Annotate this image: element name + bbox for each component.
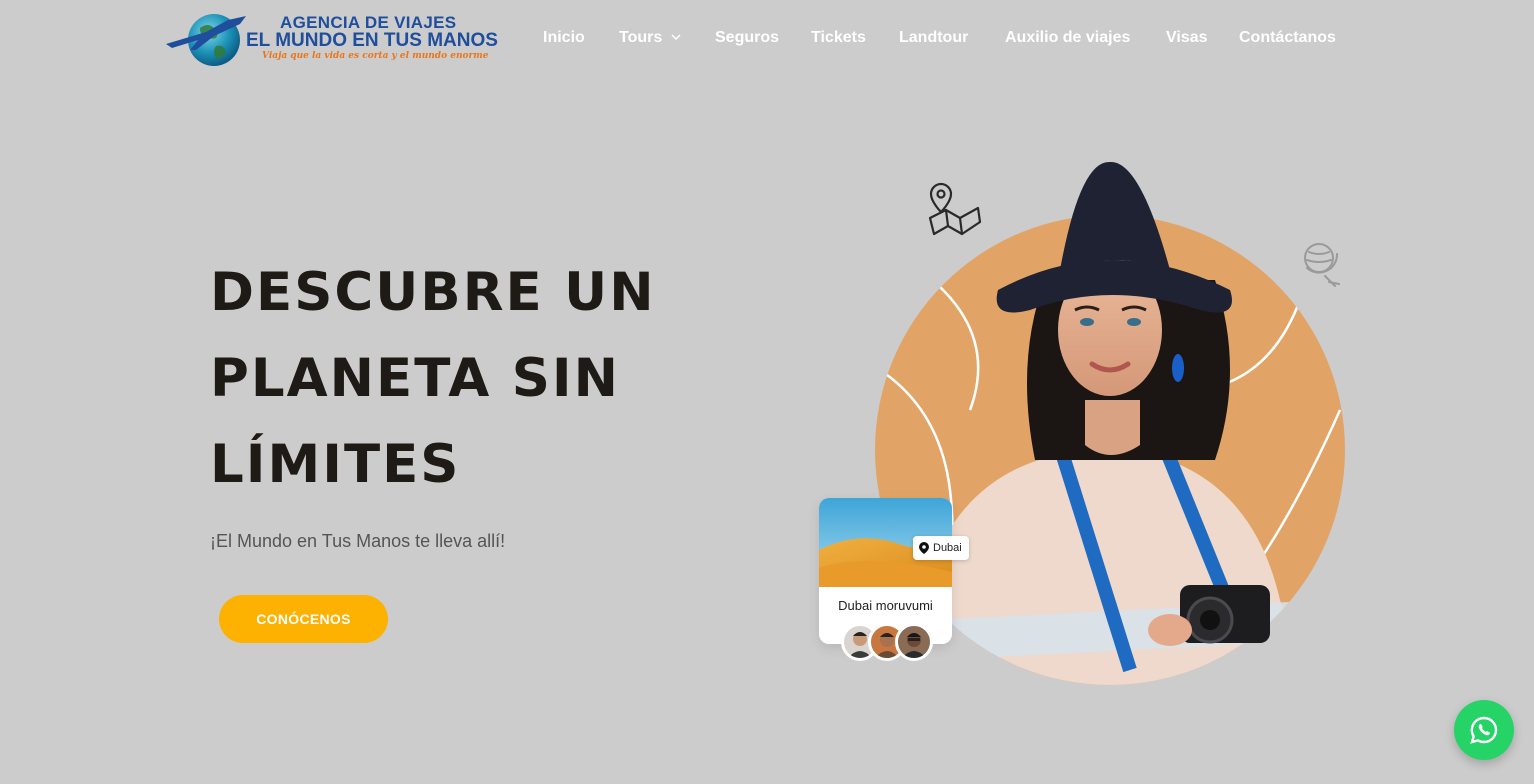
- hero-title-line-1: DESCUBRE UN: [210, 262, 656, 323]
- whatsapp-button[interactable]: [1454, 700, 1514, 760]
- location-tag: Dubai: [913, 536, 969, 560]
- nav-tickets[interactable]: Tickets: [811, 29, 866, 47]
- nav-visas[interactable]: Visas: [1166, 29, 1208, 47]
- brand-line-2: EL MUNDO EN TUS MANOS: [246, 30, 498, 51]
- chevron-down-icon: [671, 34, 681, 41]
- hero-subtitle: ¡El Mundo en Tus Manos te lleva allí!: [210, 531, 506, 551]
- hero-title: DESCUBRE UN PLANETA SIN LÍMITES: [210, 250, 730, 508]
- location-label: Dubai: [933, 542, 962, 554]
- card-title: Dubai moruvumi: [838, 598, 933, 613]
- whatsapp-icon: [1470, 716, 1498, 744]
- map-pin-icon: [919, 542, 929, 554]
- nav-inicio[interactable]: Inicio: [543, 29, 585, 47]
- nav-contactanos[interactable]: Contáctanos: [1239, 29, 1336, 47]
- conocenos-button[interactable]: CONÓCENOS: [219, 595, 388, 643]
- nav-seguros[interactable]: Seguros: [715, 29, 779, 47]
- nav-landtour[interactable]: Landtour: [899, 29, 968, 47]
- hero-title-line-2: PLANETA SIN: [210, 348, 620, 409]
- globe-logo-icon: [166, 14, 246, 66]
- hero-title-line-3: LÍMITES: [210, 434, 461, 495]
- nav-tours-label: Tours: [619, 29, 663, 46]
- nav-tours[interactable]: Tours: [619, 29, 681, 47]
- avatar: [895, 623, 933, 661]
- brand-tagline: Viaja que la vida es corta y el mundo en…: [262, 51, 489, 61]
- nav-auxilio-de-viajes[interactable]: Auxilio de viajes: [1005, 29, 1130, 47]
- brand-logo[interactable]: AGENCIA DE VIAJES EL MUNDO EN TUS MANOS …: [166, 10, 498, 68]
